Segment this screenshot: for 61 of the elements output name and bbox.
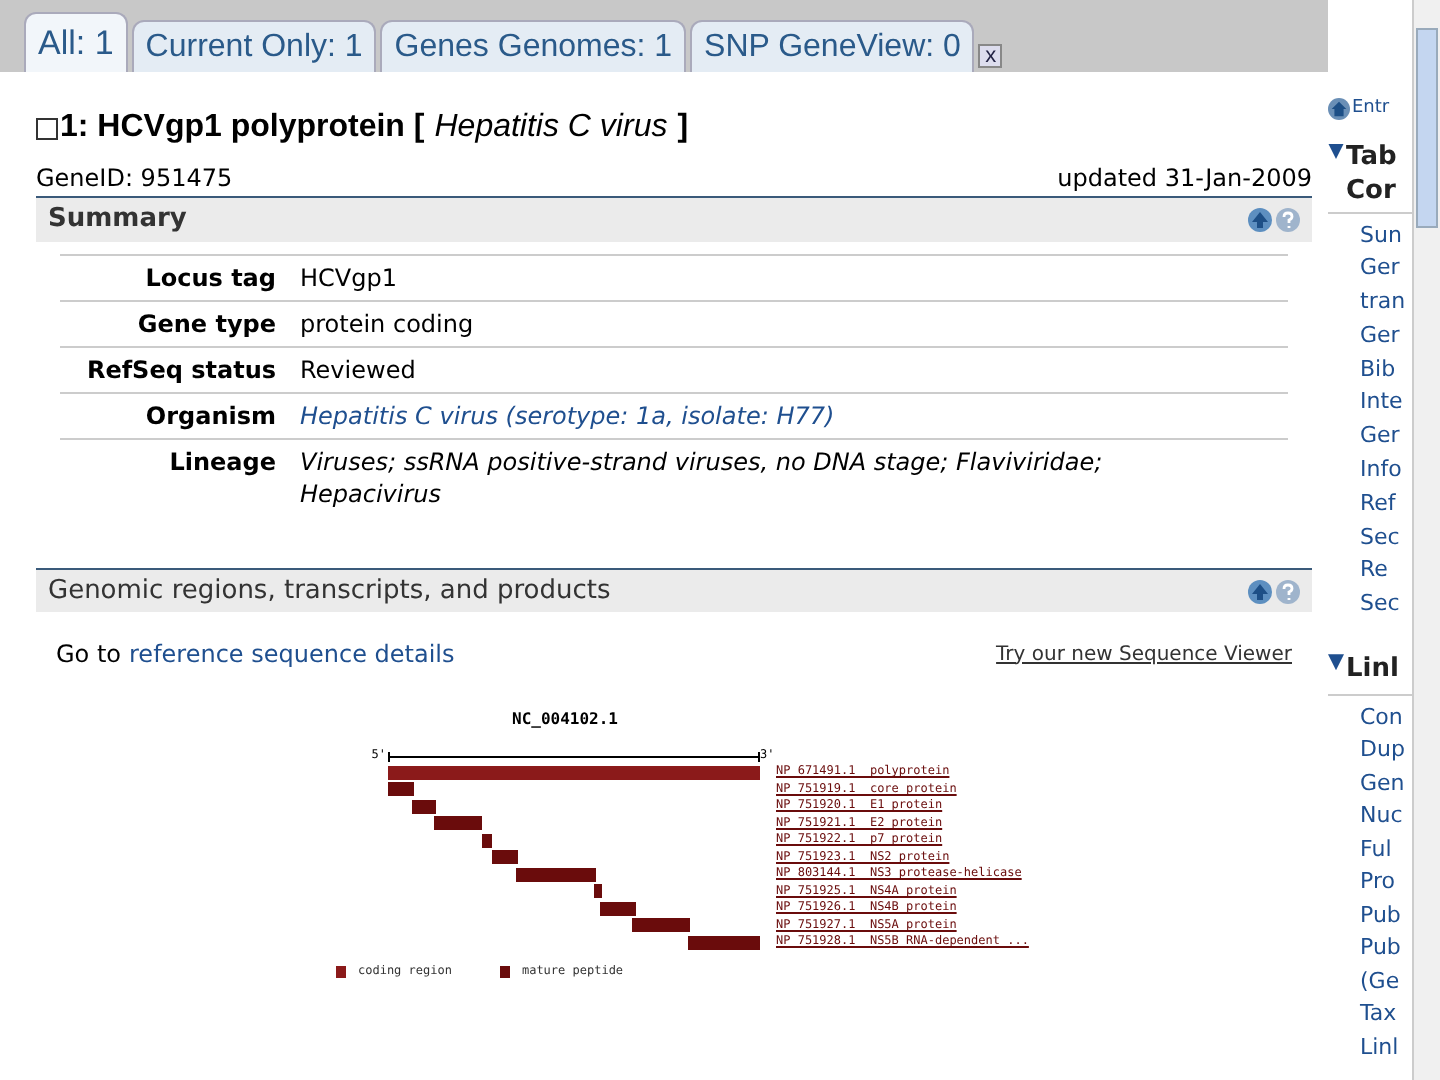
goto-text: Go to: [56, 638, 122, 672]
links-title: Linl: [1346, 652, 1399, 689]
bracket-text: ]: [677, 108, 689, 148]
gene-id: GeneID: 951475: [36, 162, 233, 196]
sequence-name: NC_004102.1: [512, 712, 620, 728]
related-link[interactable]: Pub: [1360, 899, 1412, 933]
toc-link[interactable]: tran: [1360, 286, 1412, 320]
updated-date: updated 31-Jan-2009: [1057, 162, 1312, 196]
tab[interactable]: All: 1: [24, 12, 128, 72]
toc-link[interactable]: Sec: [1360, 521, 1412, 555]
up-arrow-icon[interactable]: [1248, 208, 1272, 232]
toc-link[interactable]: Sun: [1360, 219, 1412, 253]
toc-link[interactable]: Ref: [1360, 487, 1412, 522]
toc-title: Tab: [1346, 139, 1397, 173]
related-link[interactable]: Dup: [1360, 734, 1412, 768]
related-link[interactable]: Con: [1360, 701, 1412, 735]
scrollbar[interactable]: [1412, 0, 1440, 1080]
toc-link[interactable]: Sec: [1360, 588, 1412, 623]
up-arrow-icon[interactable]: [1248, 579, 1272, 603]
field-value: Viruses; ssRNA positive-strand viruses, no DNA stage; Flaviviridae; Hepacivirus: [300, 446, 1105, 510]
sequence-viewer-link[interactable]: Try our new Sequence Viewer: [996, 639, 1292, 669]
field-value: HCVgp1: [300, 262, 397, 294]
toc-link[interactable]: Re: [1360, 554, 1412, 589]
record-checkbox[interactable]: [36, 117, 58, 139]
field-label: Organism: [143, 400, 278, 432]
close-button[interactable]: x: [978, 44, 1003, 68]
related-link[interactable]: Nuc: [1360, 800, 1412, 834]
related-link[interactable]: Pro: [1360, 866, 1412, 900]
toc-link[interactable]: Ger: [1360, 420, 1412, 455]
toc-link[interactable]: Info: [1360, 454, 1412, 488]
related-link[interactable]: Ful: [1360, 833, 1412, 867]
tab[interactable]: SNP GeneView: 0: [690, 20, 975, 72]
section-title: Genomic regions, transcripts, and products: [48, 573, 611, 610]
field-value: protein coding: [300, 308, 474, 340]
legend-swatch: [499, 965, 510, 977]
field-label: RefSeq status: [84, 354, 278, 386]
field-label: Gene type: [135, 308, 278, 340]
legend-swatch: [336, 965, 346, 977]
toc-title: Cor: [1346, 173, 1397, 207]
toc-link[interactable]: Inte: [1360, 386, 1412, 421]
organism-name: Hepatitis C virus: [434, 108, 668, 148]
field-label: Lineage: [167, 446, 278, 480]
related-link[interactable]: Tax: [1360, 998, 1412, 1032]
toc-link[interactable]: Bib: [1360, 353, 1412, 387]
field-value: Reviewed: [300, 354, 416, 386]
toc-link[interactable]: Ger: [1360, 319, 1412, 354]
record-title: 1: HCVgp1 polyprotein [: [60, 108, 425, 148]
related-link[interactable]: Pub: [1360, 932, 1412, 966]
entrez-link[interactable]: Entr: [1352, 96, 1390, 123]
related-link[interactable]: (Ge: [1360, 965, 1412, 999]
tab[interactable]: Genes Genomes: 1: [380, 20, 687, 72]
related-link[interactable]: Gen: [1360, 767, 1412, 801]
toc-link[interactable]: Ger: [1360, 252, 1412, 287]
reference-link[interactable]: reference sequence details: [129, 636, 455, 672]
section-title: Summary: [48, 202, 187, 239]
field-label: Locus tag: [143, 262, 278, 294]
scroll-thumb[interactable]: [1416, 28, 1438, 228]
home-icon[interactable]: [1328, 98, 1350, 121]
tab[interactable]: Current Only: 1: [131, 20, 377, 72]
organism-link[interactable]: Hepatitis C virus (serotype: 1a, isolate: H77): [300, 400, 835, 432]
related-link[interactable]: Linl: [1360, 1031, 1412, 1065]
